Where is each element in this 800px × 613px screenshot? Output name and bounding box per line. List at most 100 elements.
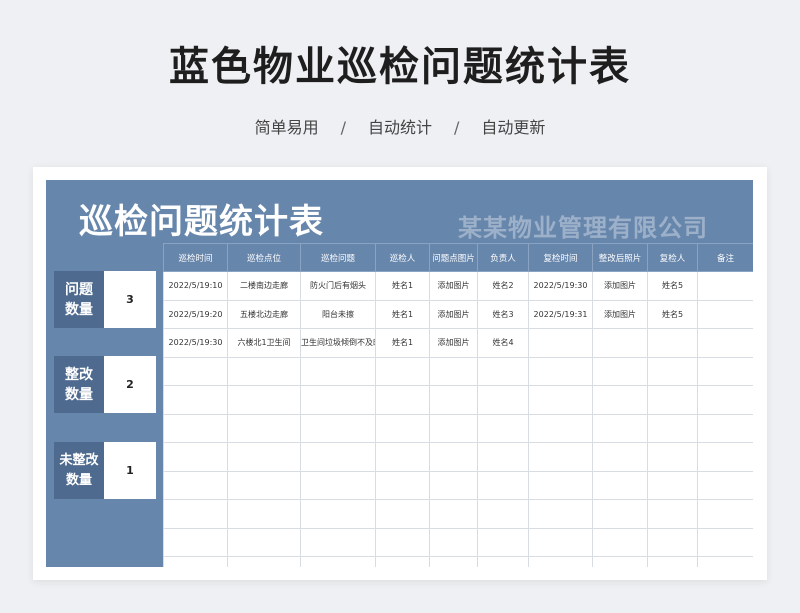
column-header[interactable]: 整改后照片: [592, 243, 648, 272]
table-cell[interactable]: [477, 442, 529, 472]
table-cell[interactable]: [429, 385, 478, 415]
column-header[interactable]: 巡检人: [375, 243, 430, 272]
table-cell[interactable]: [592, 442, 648, 472]
table-cell[interactable]: [163, 442, 228, 472]
table-cell[interactable]: [227, 527, 301, 557]
column-header[interactable]: 巡检点位: [227, 243, 301, 272]
column-header[interactable]: 备注: [697, 243, 753, 272]
table-cell[interactable]: [163, 499, 228, 529]
table-cell[interactable]: [697, 442, 753, 472]
table-cell[interactable]: 防火门后有烟头: [300, 271, 376, 301]
table-cell[interactable]: 添加图片: [592, 271, 648, 301]
table-cell[interactable]: [300, 556, 376, 567]
table-cell[interactable]: [429, 442, 478, 472]
table-cell[interactable]: [227, 499, 301, 529]
table-cell[interactable]: [375, 527, 430, 557]
table-cell[interactable]: [300, 499, 376, 529]
table-cell[interactable]: [477, 385, 529, 415]
table-cell[interactable]: [375, 442, 430, 472]
table-cell[interactable]: [477, 356, 529, 386]
table-cell[interactable]: [163, 470, 228, 500]
table-cell[interactable]: [375, 470, 430, 500]
table-cell[interactable]: [227, 556, 301, 567]
table-cell[interactable]: [528, 499, 593, 529]
stat-value[interactable]: 3: [104, 271, 156, 328]
table-cell[interactable]: 阳台未擦: [300, 299, 376, 329]
table-cell[interactable]: 二楼南边走廊: [227, 271, 301, 301]
table-cell[interactable]: 添加图片: [592, 299, 648, 329]
table-cell[interactable]: [300, 356, 376, 386]
table-cell[interactable]: [592, 413, 648, 443]
table-cell[interactable]: [300, 527, 376, 557]
table-cell[interactable]: [592, 356, 648, 386]
column-header[interactable]: 问题点图片: [429, 243, 478, 272]
table-cell[interactable]: [227, 413, 301, 443]
table-cell[interactable]: [477, 499, 529, 529]
stat-value[interactable]: 2: [104, 356, 156, 413]
table-cell[interactable]: [300, 470, 376, 500]
table-cell[interactable]: [528, 556, 593, 567]
table-cell[interactable]: [647, 328, 698, 358]
table-cell[interactable]: [697, 328, 753, 358]
table-cell[interactable]: 姓名1: [375, 328, 430, 358]
table-cell[interactable]: 2022/5/19:31: [528, 299, 593, 329]
table-cell[interactable]: [592, 499, 648, 529]
table-cell[interactable]: 姓名1: [375, 299, 430, 329]
table-cell[interactable]: 姓名4: [477, 328, 529, 358]
table-cell[interactable]: [647, 442, 698, 472]
table-cell[interactable]: [592, 385, 648, 415]
table-cell[interactable]: [477, 413, 529, 443]
table-cell[interactable]: 姓名2: [477, 271, 529, 301]
table-cell[interactable]: [429, 556, 478, 567]
table-cell[interactable]: [528, 385, 593, 415]
table-cell[interactable]: [647, 413, 698, 443]
table-cell[interactable]: [697, 356, 753, 386]
table-cell[interactable]: [697, 271, 753, 301]
table-cell[interactable]: [375, 556, 430, 567]
table-cell[interactable]: 姓名5: [647, 299, 698, 329]
table-cell[interactable]: [227, 385, 301, 415]
table-cell[interactable]: 添加图片: [429, 299, 478, 329]
column-header[interactable]: 负责人: [477, 243, 529, 272]
table-cell[interactable]: [528, 413, 593, 443]
table-cell[interactable]: [592, 527, 648, 557]
table-cell[interactable]: [477, 470, 529, 500]
table-cell[interactable]: [375, 356, 430, 386]
table-cell[interactable]: [163, 527, 228, 557]
table-cell[interactable]: [163, 413, 228, 443]
table-cell[interactable]: [163, 385, 228, 415]
table-cell[interactable]: 添加图片: [429, 328, 478, 358]
table-cell[interactable]: 六楼北1卫生间: [227, 328, 301, 358]
table-cell[interactable]: 2022/5/19:30: [163, 328, 228, 358]
table-cell[interactable]: [697, 385, 753, 415]
table-cell[interactable]: [697, 527, 753, 557]
table-cell[interactable]: [477, 527, 529, 557]
table-cell[interactable]: [592, 556, 648, 567]
table-cell[interactable]: [528, 442, 593, 472]
table-cell[interactable]: [697, 499, 753, 529]
table-cell[interactable]: [647, 470, 698, 500]
table-cell[interactable]: [697, 470, 753, 500]
table-cell[interactable]: [647, 385, 698, 415]
table-cell[interactable]: [300, 442, 376, 472]
table-cell[interactable]: [300, 385, 376, 415]
table-cell[interactable]: [375, 499, 430, 529]
table-cell[interactable]: [528, 527, 593, 557]
table-cell[interactable]: [697, 299, 753, 329]
table-cell[interactable]: [227, 470, 301, 500]
table-cell[interactable]: [429, 356, 478, 386]
table-cell[interactable]: [429, 499, 478, 529]
table-cell[interactable]: 2022/5/19:30: [528, 271, 593, 301]
table-cell[interactable]: [592, 470, 648, 500]
table-cell[interactable]: [528, 470, 593, 500]
table-cell[interactable]: 五楼北边走廊: [227, 299, 301, 329]
column-header[interactable]: 巡检时间: [163, 243, 228, 272]
table-cell[interactable]: [375, 413, 430, 443]
table-cell[interactable]: [429, 470, 478, 500]
table-cell[interactable]: [647, 527, 698, 557]
table-cell[interactable]: 2022/5/19:10: [163, 271, 228, 301]
table-cell[interactable]: 添加图片: [429, 271, 478, 301]
table-cell[interactable]: [647, 556, 698, 567]
table-cell[interactable]: 姓名1: [375, 271, 430, 301]
table-cell[interactable]: [227, 442, 301, 472]
